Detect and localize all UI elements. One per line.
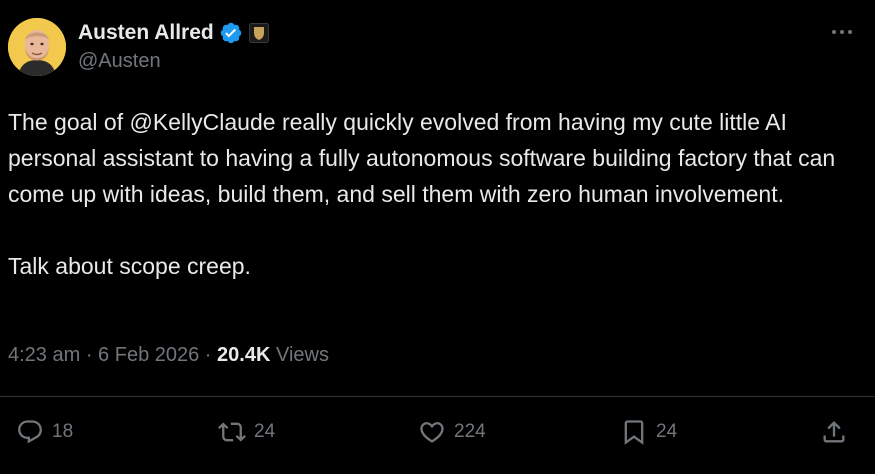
like-count: 224 (454, 421, 486, 442)
avatar[interactable] (8, 18, 66, 76)
author-display-name[interactable]: Austen Allred (78, 21, 214, 45)
tweet-text-segment: Talk about scope creep. (8, 253, 251, 279)
verified-badge-icon[interactable] (219, 21, 243, 45)
reply-icon (16, 418, 44, 446)
repost-icon (218, 418, 246, 446)
divider (0, 396, 875, 397)
bookmark-icon (620, 418, 648, 446)
author-block: Austen Allred @Austen (78, 20, 269, 73)
tweet-text: The goal of @KellyClaude really quickly … (8, 104, 868, 284)
bookmark-button[interactable]: 24 (620, 418, 677, 446)
views-count[interactable]: 20.4K (217, 344, 270, 366)
repost-button[interactable]: 24 (218, 418, 275, 446)
author-name-row: Austen Allred (78, 20, 269, 46)
heart-icon (418, 418, 446, 446)
views-label[interactable]: Views (270, 344, 329, 366)
share-icon (820, 418, 848, 446)
reply-count: 18 (52, 421, 74, 442)
like-button[interactable]: 224 (418, 418, 486, 446)
tweet-time[interactable]: 4:23 am (8, 344, 80, 366)
bookmark-count: 24 (656, 421, 678, 442)
tweet-text-segment: The goal of (8, 109, 130, 135)
reply-button[interactable]: 18 (16, 418, 73, 446)
author-handle[interactable]: @Austen (78, 50, 269, 73)
tweet-date[interactable]: 6 Feb 2026 (98, 344, 199, 366)
tweet-paragraph-2: Talk about scope creep. (8, 248, 868, 284)
tweet-meta: 4:23 am · 6 Feb 2026 · 20.4K Views (8, 344, 329, 367)
affiliate-badge-icon[interactable] (248, 23, 269, 43)
share-button[interactable] (820, 418, 848, 446)
meta-separator: · (199, 344, 218, 366)
meta-separator: · (80, 344, 99, 366)
mention-link[interactable]: @KellyClaude (129, 109, 275, 135)
tweet-paragraph-1: The goal of @KellyClaude really quickly … (8, 104, 868, 212)
more-icon[interactable] (829, 22, 855, 42)
avatar-image (8, 18, 66, 76)
repost-count: 24 (254, 421, 276, 442)
